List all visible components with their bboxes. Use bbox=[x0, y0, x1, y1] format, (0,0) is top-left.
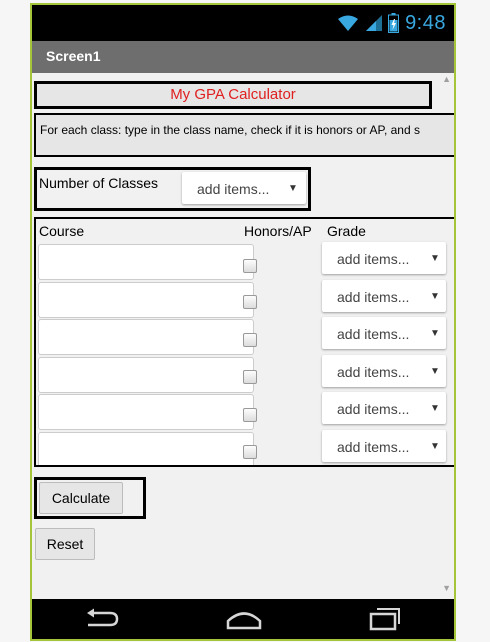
honors-header: Honors/AP bbox=[244, 223, 312, 239]
screen-content[interactable]: ▲ ▼ My GPA Calculator For each class: ty… bbox=[32, 73, 454, 603]
grade-dropdown[interactable]: add items... ▼ bbox=[322, 355, 446, 387]
navigation-bar bbox=[32, 599, 454, 639]
clock: 9:48 bbox=[405, 11, 446, 34]
honors-checkbox[interactable] bbox=[243, 259, 257, 273]
course-header: Course bbox=[39, 223, 85, 239]
number-of-classes-dropdown[interactable]: add items... ▼ bbox=[182, 172, 306, 204]
phone-frame: 9:48 Screen1 ▲ ▼ My GPA Calculator For e… bbox=[30, 3, 456, 641]
chevron-down-icon: ▼ bbox=[430, 366, 440, 377]
chevron-down-icon: ▼ bbox=[430, 403, 440, 414]
cell-signal-icon bbox=[366, 15, 383, 31]
grade-dropdown[interactable]: add items... ▼ bbox=[322, 317, 446, 349]
scroll-up-arrow-icon[interactable]: ▲ bbox=[442, 74, 451, 84]
battery-icon bbox=[388, 13, 400, 33]
grade-dropdown[interactable]: add items... ▼ bbox=[322, 280, 446, 312]
course-input[interactable] bbox=[38, 244, 254, 280]
status-icons: 9:48 bbox=[336, 9, 446, 37]
course-table: Course Honors/AP Grade add items... ▼ ad… bbox=[34, 217, 454, 467]
course-input[interactable] bbox=[38, 319, 254, 355]
recent-apps-icon[interactable] bbox=[368, 607, 402, 631]
status-bar: 9:48 bbox=[32, 5, 454, 41]
dropdown-value: add items... bbox=[337, 326, 410, 342]
number-of-classes-label: Number of Classes bbox=[39, 175, 159, 191]
app-title-label: My GPA Calculator bbox=[34, 81, 432, 109]
chevron-down-icon: ▼ bbox=[430, 291, 440, 302]
chevron-down-icon: ▼ bbox=[430, 441, 440, 452]
screen-title: Screen1 bbox=[46, 48, 101, 64]
honors-checkbox[interactable] bbox=[243, 408, 257, 422]
course-input[interactable] bbox=[38, 282, 254, 318]
grade-header: Grade bbox=[327, 223, 366, 239]
calculate-button[interactable]: Calculate bbox=[39, 482, 123, 514]
chevron-down-icon: ▼ bbox=[288, 183, 298, 194]
grade-dropdown[interactable]: add items... ▼ bbox=[322, 242, 446, 274]
dropdown-value: add items... bbox=[337, 289, 410, 305]
reset-button[interactable]: Reset bbox=[35, 528, 95, 560]
back-icon[interactable] bbox=[84, 608, 120, 630]
dropdown-value: add items... bbox=[337, 439, 410, 455]
honors-checkbox[interactable] bbox=[243, 333, 257, 347]
chevron-down-icon: ▼ bbox=[430, 253, 440, 264]
instructions-label: For each class: type in the class name, … bbox=[34, 113, 454, 157]
number-of-classes-row: Number of Classes add items... ▼ bbox=[34, 167, 311, 211]
grade-dropdown[interactable]: add items... ▼ bbox=[322, 430, 446, 462]
dropdown-value: add items... bbox=[197, 181, 270, 197]
chevron-down-icon: ▼ bbox=[430, 328, 440, 339]
dropdown-value: add items... bbox=[337, 251, 410, 267]
dropdown-value: add items... bbox=[337, 364, 410, 380]
honors-checkbox[interactable] bbox=[243, 445, 257, 459]
course-input[interactable] bbox=[38, 432, 254, 465]
calculate-frame: Calculate bbox=[34, 477, 146, 519]
course-input[interactable] bbox=[38, 394, 254, 430]
honors-checkbox[interactable] bbox=[243, 295, 257, 309]
honors-checkbox[interactable] bbox=[243, 370, 257, 384]
wifi-icon bbox=[338, 15, 359, 31]
course-input[interactable] bbox=[38, 357, 254, 393]
title-bar: Screen1 bbox=[32, 41, 454, 73]
dropdown-value: add items... bbox=[337, 401, 410, 417]
home-icon[interactable] bbox=[225, 608, 263, 630]
grade-dropdown[interactable]: add items... ▼ bbox=[322, 392, 446, 424]
scroll-down-arrow-icon[interactable]: ▼ bbox=[442, 583, 451, 593]
